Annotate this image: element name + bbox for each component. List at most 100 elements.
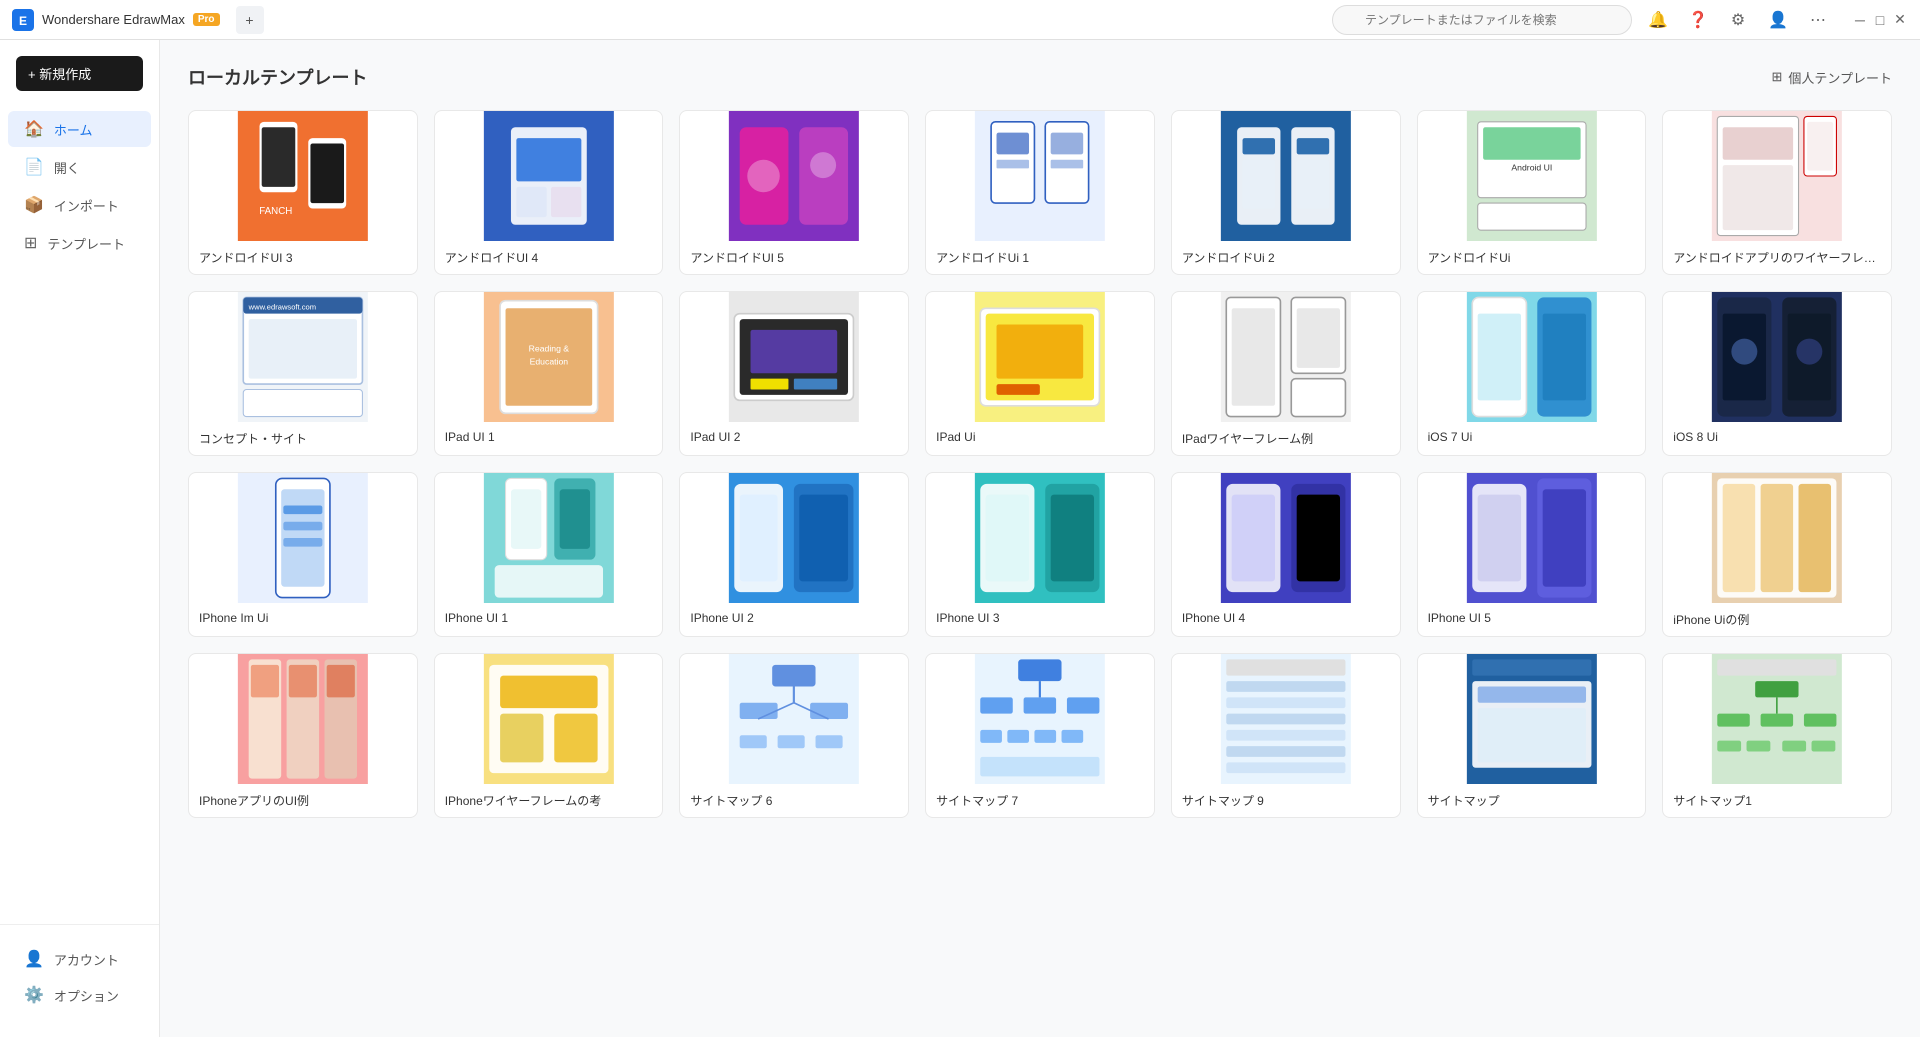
sidebar-label-open: 開く	[54, 158, 80, 177]
template-thumbnail	[1418, 473, 1646, 603]
template-thumbnail: Reading & Education	[435, 292, 663, 422]
content-header: ローカルテンプレート ⊞ 個人テンプレート	[188, 64, 1892, 90]
app-name-label: Wondershare EdrawMax	[42, 12, 185, 27]
more-icon[interactable]: ⋯	[1804, 6, 1832, 34]
options-icon: ⚙️	[24, 985, 44, 1005]
template-label: アンドロイドUi	[1418, 241, 1646, 274]
template-label: アンドロイドアプリのワイヤーフレーム	[1663, 241, 1891, 274]
template-card[interactable]: iPhone Uiの例	[1662, 472, 1892, 637]
template-thumbnail	[926, 111, 1154, 241]
template-thumbnail	[680, 473, 908, 603]
personal-templates-button[interactable]: ⊞ 個人テンプレート	[1771, 68, 1892, 87]
template-card[interactable]: IPhone UI 3	[925, 472, 1155, 637]
sidebar-item-open[interactable]: 📄 開く	[8, 149, 151, 185]
sidebar-item-home[interactable]: 🏠 ホーム	[8, 111, 151, 147]
template-card[interactable]: IPhone UI 2	[679, 472, 909, 637]
template-card[interactable]: IPadワイヤーフレーム例	[1171, 291, 1401, 456]
svg-text:Reading &: Reading &	[528, 344, 569, 354]
template-label: サイトマップ	[1418, 784, 1646, 817]
template-card[interactable]: IPhoneワイヤーフレームの考	[434, 653, 664, 818]
template-thumbnail	[435, 654, 663, 784]
template-label: アンドロイドUi 2	[1172, 241, 1400, 274]
template-label: IPhone Im Ui	[189, 603, 417, 633]
template-label: IPhone UI 3	[926, 603, 1154, 633]
template-card[interactable]: アンドロイドUI 5	[679, 110, 909, 275]
sidebar-bottom: 👤 アカウント ⚙️ オプション	[0, 924, 159, 1021]
new-file-button[interactable]: + 新規作成	[16, 56, 143, 91]
template-label: IPadワイヤーフレーム例	[1172, 422, 1400, 455]
template-thumbnail	[435, 473, 663, 603]
template-card[interactable]: サイトマップ	[1417, 653, 1647, 818]
template-card[interactable]: IPhone UI 4	[1171, 472, 1401, 637]
template-thumbnail: Android UI	[1418, 111, 1646, 241]
template-card[interactable]: サイトマップ1	[1662, 653, 1892, 818]
template-label: IPad Ui	[926, 422, 1154, 452]
restore-button[interactable]: □	[1872, 12, 1888, 28]
template-label: アンドロイドUI 4	[435, 241, 663, 274]
template-card[interactable]: IPhone Im Ui	[188, 472, 418, 637]
template-card[interactable]: FANCH アンドロイドUI 3	[188, 110, 418, 275]
title-bar: E Wondershare EdrawMax Pro + 🔍 🔔 ❓ ⚙ 👤 ⋯…	[0, 0, 1920, 40]
title-bar-left: E Wondershare EdrawMax Pro +	[12, 6, 264, 34]
template-card[interactable]: IPhone UI 5	[1417, 472, 1647, 637]
template-thumbnail	[926, 654, 1154, 784]
close-button[interactable]: ✕	[1892, 12, 1908, 28]
template-card[interactable]: アンドロイドUi 1	[925, 110, 1155, 275]
search-wrap: 🔍	[1332, 5, 1632, 35]
svg-text:Android UI: Android UI	[1511, 163, 1552, 173]
template-label: iOS 8 Ui	[1663, 422, 1891, 452]
template-thumbnail	[1172, 292, 1400, 422]
template-card[interactable]: IPad Ui	[925, 291, 1155, 456]
template-card[interactable]: アンドロイドUI 4	[434, 110, 664, 275]
template-card[interactable]: IPad UI 2	[679, 291, 909, 456]
template-thumbnail: FANCH	[189, 111, 417, 241]
template-card[interactable]: Android UI アンドロイドUi	[1417, 110, 1647, 275]
svg-text:Education: Education	[529, 357, 568, 367]
template-thumbnail: www.edrawsoft.com	[189, 292, 417, 422]
window-controls: ─ □ ✕	[1852, 12, 1908, 28]
template-card[interactable]: IPhoneアプリのUI例	[188, 653, 418, 818]
template-label: アンドロイドUI 5	[680, 241, 908, 274]
minimize-button[interactable]: ─	[1852, 12, 1868, 28]
sidebar-item-template[interactable]: ⊞ テンプレート	[8, 225, 151, 261]
sidebar-item-account[interactable]: 👤 アカウント	[8, 941, 151, 977]
search-input[interactable]	[1332, 5, 1632, 35]
sidebar-item-options[interactable]: ⚙️ オプション	[8, 977, 151, 1013]
settings-icon[interactable]: ⚙	[1724, 6, 1752, 34]
template-label: IPad UI 1	[435, 422, 663, 452]
template-card[interactable]: www.edrawsoft.com コンセプト・サイト	[188, 291, 418, 456]
sidebar-item-import[interactable]: 📦 インポート	[8, 187, 151, 223]
help-icon[interactable]: ❓	[1684, 6, 1712, 34]
account-icon: 👤	[24, 949, 44, 969]
template-card[interactable]: IPhone UI 1	[434, 472, 664, 637]
template-card[interactable]: iOS 8 Ui	[1662, 291, 1892, 456]
template-label: iPhone Uiの例	[1663, 603, 1891, 636]
template-label: サイトマップ 6	[680, 784, 908, 817]
notification-icon[interactable]: 🔔	[1644, 6, 1672, 34]
template-label: サイトマップ 7	[926, 784, 1154, 817]
title-bar-right: 🔍 🔔 ❓ ⚙ 👤 ⋯ ─ □ ✕	[1332, 5, 1908, 35]
template-card[interactable]: Reading & Education IPad UI 1	[434, 291, 664, 456]
user-icon[interactable]: 👤	[1764, 6, 1792, 34]
personal-templates-icon: ⊞	[1771, 69, 1782, 85]
template-card[interactable]: サイトマップ 9	[1171, 653, 1401, 818]
template-label: コンセプト・サイト	[189, 422, 417, 455]
add-tab-button[interactable]: +	[236, 6, 264, 34]
template-thumbnail	[1663, 654, 1891, 784]
template-thumbnail	[1663, 111, 1891, 241]
import-icon: 📦	[24, 195, 44, 215]
template-card[interactable]: サイトマップ 7	[925, 653, 1155, 818]
template-card[interactable]: アンドロイドアプリのワイヤーフレーム	[1662, 110, 1892, 275]
template-thumbnail	[680, 111, 908, 241]
template-card[interactable]: iOS 7 Ui	[1417, 291, 1647, 456]
template-card[interactable]: サイトマップ 6	[679, 653, 909, 818]
template-card[interactable]: アンドロイドUi 2	[1171, 110, 1401, 275]
template-thumbnail	[680, 292, 908, 422]
template-thumbnail	[1663, 473, 1891, 603]
template-grid: FANCH アンドロイドUI 3 アンドロイドUI 4 アンドロイドUI 5 ア…	[188, 110, 1892, 818]
svg-text:www.edrawsoft.com: www.edrawsoft.com	[248, 302, 316, 311]
template-label: アンドロイドUI 3	[189, 241, 417, 274]
template-thumbnail	[1172, 111, 1400, 241]
template-label: IPad UI 2	[680, 422, 908, 452]
template-thumbnail	[1418, 654, 1646, 784]
